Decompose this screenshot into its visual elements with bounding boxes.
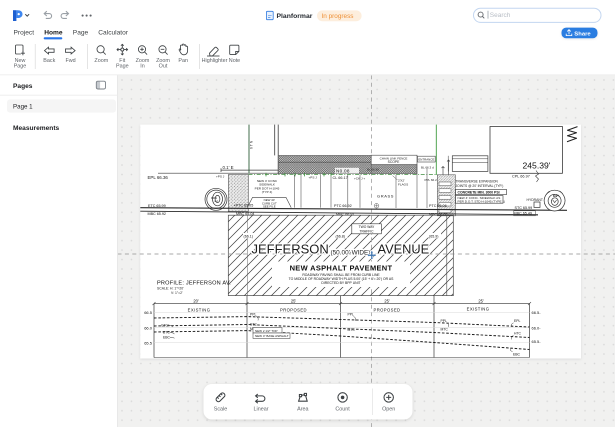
svg-text:ETC 65.99: ETC 65.99: [148, 204, 166, 208]
svg-text:Note: Note: [229, 58, 240, 64]
svg-text:EPL 66.36: EPL 66.36: [148, 175, 169, 180]
svg-text:FLAGS: FLAGS: [398, 182, 408, 186]
svg-text:+PTC 65.05: +PTC 65.05: [234, 204, 254, 208]
svg-text:BL 66.98: BL 66.98: [367, 167, 379, 171]
svg-text:Scale: Scale: [214, 407, 228, 413]
svg-text:BL 66.3 d: BL 66.3 d: [421, 165, 434, 169]
svg-text:SEE FILE: SEE FILE: [263, 204, 276, 208]
svg-text:PROPOSED: PROPOSED: [374, 308, 401, 313]
svg-text:PER D.O.T. STD H-1045 (TYPE 1): PER D.O.T. STD H-1045 (TYPE 1): [458, 199, 506, 203]
svg-text:CL 66.17: CL 66.17: [333, 176, 348, 180]
svg-text:Zoom: Zoom: [94, 58, 108, 64]
svg-text:Pages: Pages: [13, 83, 33, 90]
svg-text:+CK J +: +CK J +: [354, 176, 365, 180]
svg-text:EXISTING: EXISTING: [188, 308, 211, 313]
svg-text:6 T N: 6 T N: [250, 140, 254, 149]
svg-text:SCALE: H: 1"=20': SCALE: H: 1"=20': [157, 287, 184, 291]
svg-text:ETC: ETC: [163, 331, 170, 335]
svg-text:MTC: MTC: [441, 328, 449, 332]
svg-text:CONCRETE MIN. 3000 PSI: CONCRETE MIN. 3000 PSI: [458, 191, 500, 195]
svg-text:1.2: 1.2: [214, 199, 218, 203]
svg-text:PTC 66.06: PTC 66.06: [429, 204, 447, 208]
svg-text:Back: Back: [43, 58, 55, 64]
svg-text:NEW ASPHALT PAVEMENT: NEW ASPHALT PAVEMENT: [290, 264, 393, 273]
svg-text:66.5-: 66.5-: [532, 310, 542, 315]
svg-text:PPL 66.2: PPL 66.2: [425, 178, 438, 182]
svg-text:20': 20': [193, 299, 199, 304]
svg-text:Count: Count: [335, 407, 350, 413]
svg-text:(TYP 4): (TYP 4): [262, 190, 273, 194]
svg-text:MBC 65.92: MBC 65.92: [148, 212, 166, 216]
svg-text:PPL: PPL: [348, 312, 355, 316]
svg-text:25': 25': [384, 299, 390, 304]
svg-text:(50.00' WIDE): (50.00' WIDE): [331, 250, 371, 257]
svg-text:PROPOSED: PROPOSED: [280, 308, 307, 313]
svg-text:25': 25': [291, 299, 297, 304]
svg-text:Home: Home: [44, 29, 63, 36]
svg-text:STC 65.99: STC 65.99: [515, 206, 533, 210]
svg-text:Project: Project: [14, 29, 35, 36]
svg-text:64+: 64+: [553, 194, 559, 198]
svg-text:TRAFFIC: TRAFFIC: [360, 229, 375, 233]
svg-text:PTC 66.92: PTC 66.92: [334, 204, 352, 208]
svg-text:0.1' E: 0.1' E: [223, 165, 234, 170]
svg-text:Open: Open: [382, 407, 395, 413]
svg-text:CPL 66.97: CPL 66.97: [512, 175, 530, 179]
svg-text:66.0-: 66.0-: [532, 326, 542, 331]
svg-text:Fwd: Fwd: [66, 58, 76, 64]
svg-text:NEW 2 1/2" TOP: NEW 2 1/2" TOP: [255, 329, 277, 333]
svg-text:+PS J: +PS J: [309, 175, 318, 179]
svg-text:(66.1): (66.1): [244, 235, 253, 239]
svg-text:(65.9): (65.9): [429, 235, 438, 239]
svg-text:HYDRANT: HYDRANT: [527, 198, 543, 202]
svg-text:EBC: EBC: [513, 352, 521, 356]
svg-text:25': 25': [478, 299, 484, 304]
svg-text:EPL: EPL: [514, 319, 521, 323]
svg-text:N0.08: N0.08: [336, 169, 350, 174]
svg-text:Highlighter: Highlighter: [202, 58, 228, 64]
svg-text:Page: Page: [73, 29, 89, 36]
svg-text:245.39': 245.39': [523, 160, 551, 170]
svg-text:ENTRANCE: ENTRANCE: [418, 157, 434, 161]
svg-text:PPL: PPL: [441, 319, 448, 323]
svg-text:EXISTING: EXISTING: [467, 307, 490, 312]
svg-text:Page: Page: [14, 64, 27, 70]
svg-text:In progress: In progress: [322, 13, 354, 20]
svg-text:NEW 4" BASE ASPHALT: NEW 4" BASE ASPHALT: [255, 334, 289, 338]
svg-text:Share: Share: [574, 32, 591, 38]
svg-text:In: In: [140, 64, 145, 70]
svg-text:Out: Out: [159, 64, 168, 70]
svg-text:GRASS: GRASS: [377, 194, 394, 199]
svg-text:JOINTS @ 20' INTERVAL (TYP.): JOINTS @ 20' INTERVAL (TYP.): [456, 184, 504, 188]
svg-text:65.5: 65.5: [144, 341, 153, 346]
svg-text:CTC: CTC: [161, 323, 169, 327]
svg-text:EBC: EBC: [163, 335, 171, 339]
svg-text:Linear: Linear: [254, 407, 269, 413]
svg-text:V: 1"=2': V: 1"=2': [171, 291, 183, 295]
svg-text:Pan: Pan: [178, 58, 188, 64]
svg-text:66.0: 66.0: [144, 326, 153, 331]
svg-text:Planformar: Planformar: [277, 13, 313, 20]
svg-text:+PS J: +PS J: [216, 175, 225, 179]
svg-text:Measurements: Measurements: [13, 125, 60, 132]
svg-text:SCOPE: SCOPE: [388, 160, 401, 164]
svg-text:PPL: PPL: [250, 312, 257, 316]
svg-text:MTC: MTC: [348, 328, 356, 332]
svg-text:Page: Page: [116, 64, 129, 70]
svg-text:Page 1: Page 1: [13, 103, 33, 110]
svg-text:Calculator: Calculator: [98, 29, 128, 36]
svg-text:(66.8): (66.8): [336, 235, 345, 239]
svg-text:DIRECTED BY BPP UNIT: DIRECTED BY BPP UNIT: [321, 281, 360, 285]
svg-text:HTC: HTC: [514, 331, 522, 335]
svg-text:65.5-: 65.5-: [532, 339, 542, 344]
svg-text:AVENUE: AVENUE: [378, 242, 430, 257]
svg-text:JEFFERSON: JEFFERSON: [252, 242, 329, 257]
svg-text:66.5: 66.5: [144, 310, 153, 315]
svg-text:MBC 65.49: MBC 65.49: [514, 211, 532, 215]
svg-text:Area: Area: [297, 407, 308, 413]
svg-text:Search: Search: [490, 12, 511, 19]
